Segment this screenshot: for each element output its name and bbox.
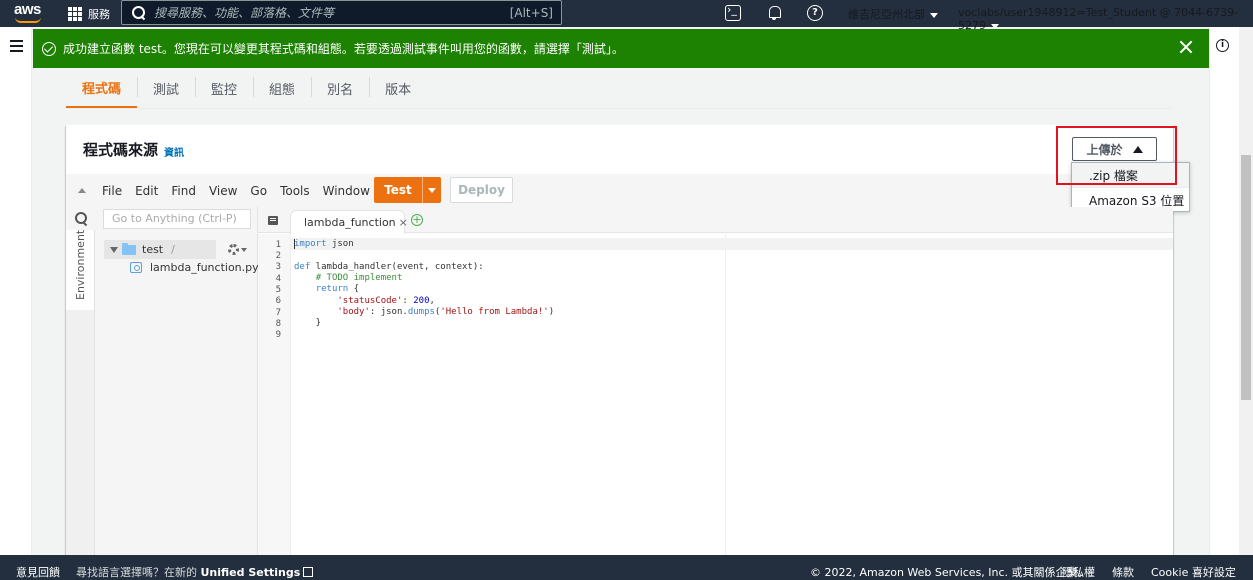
editor-tab-lambda-function[interactable]: lambda_function × — [290, 210, 408, 234]
line-number: 7 — [275, 308, 281, 318]
aws-logo[interactable]: aws — [10, 0, 58, 27]
code-line: 'body': json.dumps('Hello from Lambda!') — [337, 307, 555, 317]
language-prompt: 尋找語言選擇嗎？在新的 Unified Settings — [76, 564, 314, 580]
privacy-link[interactable]: 隱私權 — [1062, 564, 1095, 580]
language-prompt-text: 尋找語言選擇嗎？在新的 — [76, 566, 197, 579]
page-scrollbar[interactable] — [1239, 27, 1253, 555]
success-flash-banner: 成功建立函數 test。您現在可以變更其程式碼和組態。若要透過測試事件叫用您的函… — [33, 29, 1209, 68]
code-editor[interactable] — [291, 234, 1173, 555]
terms-link[interactable]: 條款 — [1112, 564, 1134, 580]
tab-versions[interactable]: 版本 — [369, 68, 427, 108]
search-input[interactable] — [154, 5, 494, 20]
go-to-anything-input[interactable]: Go to Anything (Ctrl-P) — [103, 209, 251, 229]
code-line: def lambda_handler(event, context): — [294, 262, 484, 272]
hamburger-menu-icon[interactable] — [10, 40, 23, 52]
left-navigation-rail — [0, 27, 32, 555]
page-footer: 意見回饋 尋找語言選擇嗎？在新的 Unified Settings © 2022… — [0, 555, 1253, 580]
deploy-button[interactable]: Deploy — [450, 177, 513, 203]
tab-configuration[interactable]: 組態 — [253, 68, 311, 108]
scrollbar-thumb[interactable] — [1241, 155, 1251, 400]
menu-file[interactable]: File — [102, 184, 122, 198]
code-line: return { — [315, 284, 360, 294]
tab-code[interactable]: 程式碼 — [66, 68, 138, 108]
right-tools-rail — [1209, 27, 1239, 555]
global-search[interactable]: [Alt+S] — [121, 0, 562, 25]
collapse-triangle-icon[interactable] — [78, 188, 86, 193]
info-panel-icon[interactable]: i — [1216, 39, 1229, 52]
expand-arrow-icon[interactable] — [110, 246, 118, 253]
close-icon[interactable] — [1179, 40, 1193, 54]
external-link-icon — [303, 567, 314, 577]
button-divider — [422, 177, 423, 203]
active-line-highlight — [291, 238, 1173, 250]
folder-icon — [122, 242, 136, 255]
search-icon[interactable] — [75, 212, 88, 225]
line-number: 8 — [275, 319, 281, 329]
notifications-bell-icon[interactable] — [766, 5, 782, 21]
copyright-text: © 2022, Amazon Web Services, Inc. 或其關係企業… — [810, 566, 1089, 579]
add-tab-icon[interactable]: + — [411, 214, 423, 226]
search-icon — [132, 5, 146, 20]
services-menu[interactable]: 服務 — [88, 6, 110, 22]
code-line: 'statusCode': 200, — [337, 296, 435, 306]
file-tree-item[interactable]: lambda_function.py — [130, 261, 259, 274]
line-number: 3 — [275, 262, 281, 272]
highlight-annotation-box — [1056, 126, 1177, 185]
check-circle-icon — [42, 41, 56, 56]
chevron-down-icon — [991, 23, 999, 29]
tab-aliases[interactable]: 別名 — [311, 68, 369, 108]
menu-go[interactable]: Go — [250, 184, 267, 198]
editor-tab-label: lambda_function — [304, 216, 396, 229]
region-selector[interactable]: 維吉尼亞州北部 — [848, 6, 938, 22]
aws-logo-text: aws — [14, 1, 41, 18]
info-link[interactable]: 資訊 — [164, 144, 184, 159]
flash-message: 成功建立函數 test。您現在可以變更其程式碼和組態。若要透過測試事件叫用您的函… — [63, 42, 624, 56]
feedback-link[interactable]: 意見回饋 — [16, 564, 60, 580]
menu-tools[interactable]: Tools — [280, 184, 310, 198]
chevron-down-icon[interactable] — [241, 248, 247, 252]
menu-view[interactable]: View — [209, 184, 237, 198]
tab-test[interactable]: 測試 — [137, 68, 195, 108]
panel-title: 程式碼來源 — [83, 141, 159, 159]
tab-list-icon[interactable] — [268, 216, 278, 225]
line-number: 6 — [275, 296, 281, 306]
code-line: # TODO implement — [315, 273, 403, 283]
region-label: 維吉尼亞州北部 — [848, 8, 925, 21]
cloudshell-icon[interactable] — [725, 3, 741, 21]
cookie-preferences-link[interactable]: Cookie 喜好設定 — [1151, 564, 1236, 580]
test-button[interactable]: Test — [374, 177, 441, 203]
chevron-down-icon[interactable] — [428, 187, 436, 193]
test-button-label: Test — [384, 183, 412, 197]
line-number: 1 — [275, 240, 281, 250]
folder-slash: / — [171, 243, 175, 256]
code-line: } — [294, 318, 322, 328]
print-margin-line — [725, 234, 726, 555]
tab-monitor[interactable]: 監控 — [195, 68, 253, 108]
text-cursor — [294, 239, 295, 249]
line-number: 5 — [275, 285, 281, 295]
ide-menu-bar: File Edit Find View Go Tools Window — [66, 174, 1173, 207]
line-number: 4 — [275, 274, 281, 284]
menu-window[interactable]: Window — [323, 184, 370, 198]
python-file-icon — [130, 262, 142, 273]
folder-name: test — [142, 243, 164, 256]
environment-label[interactable]: Environment — [74, 230, 87, 300]
code-line: import json — [294, 239, 354, 249]
help-icon[interactable]: ? — [807, 5, 823, 21]
aws-smile-icon — [15, 17, 41, 23]
line-number: 9 — [275, 330, 281, 340]
unified-settings-link[interactable]: Unified Settings — [201, 566, 301, 579]
line-number: 2 — [275, 251, 281, 261]
close-tab-icon[interactable]: × — [399, 216, 408, 229]
chevron-down-icon — [930, 12, 938, 18]
search-shortcut: [Alt+S] — [509, 5, 553, 20]
file-name: lambda_function.py — [150, 261, 259, 274]
folder-tree-root[interactable]: test / — [104, 240, 216, 259]
menu-edit[interactable]: Edit — [135, 184, 158, 198]
menu-find[interactable]: Find — [171, 184, 196, 198]
services-grid-icon[interactable] — [68, 6, 82, 21]
gear-icon[interactable] — [228, 244, 239, 255]
function-tabs: 程式碼 測試 監控 組態 別名 版本 — [66, 68, 1173, 109]
